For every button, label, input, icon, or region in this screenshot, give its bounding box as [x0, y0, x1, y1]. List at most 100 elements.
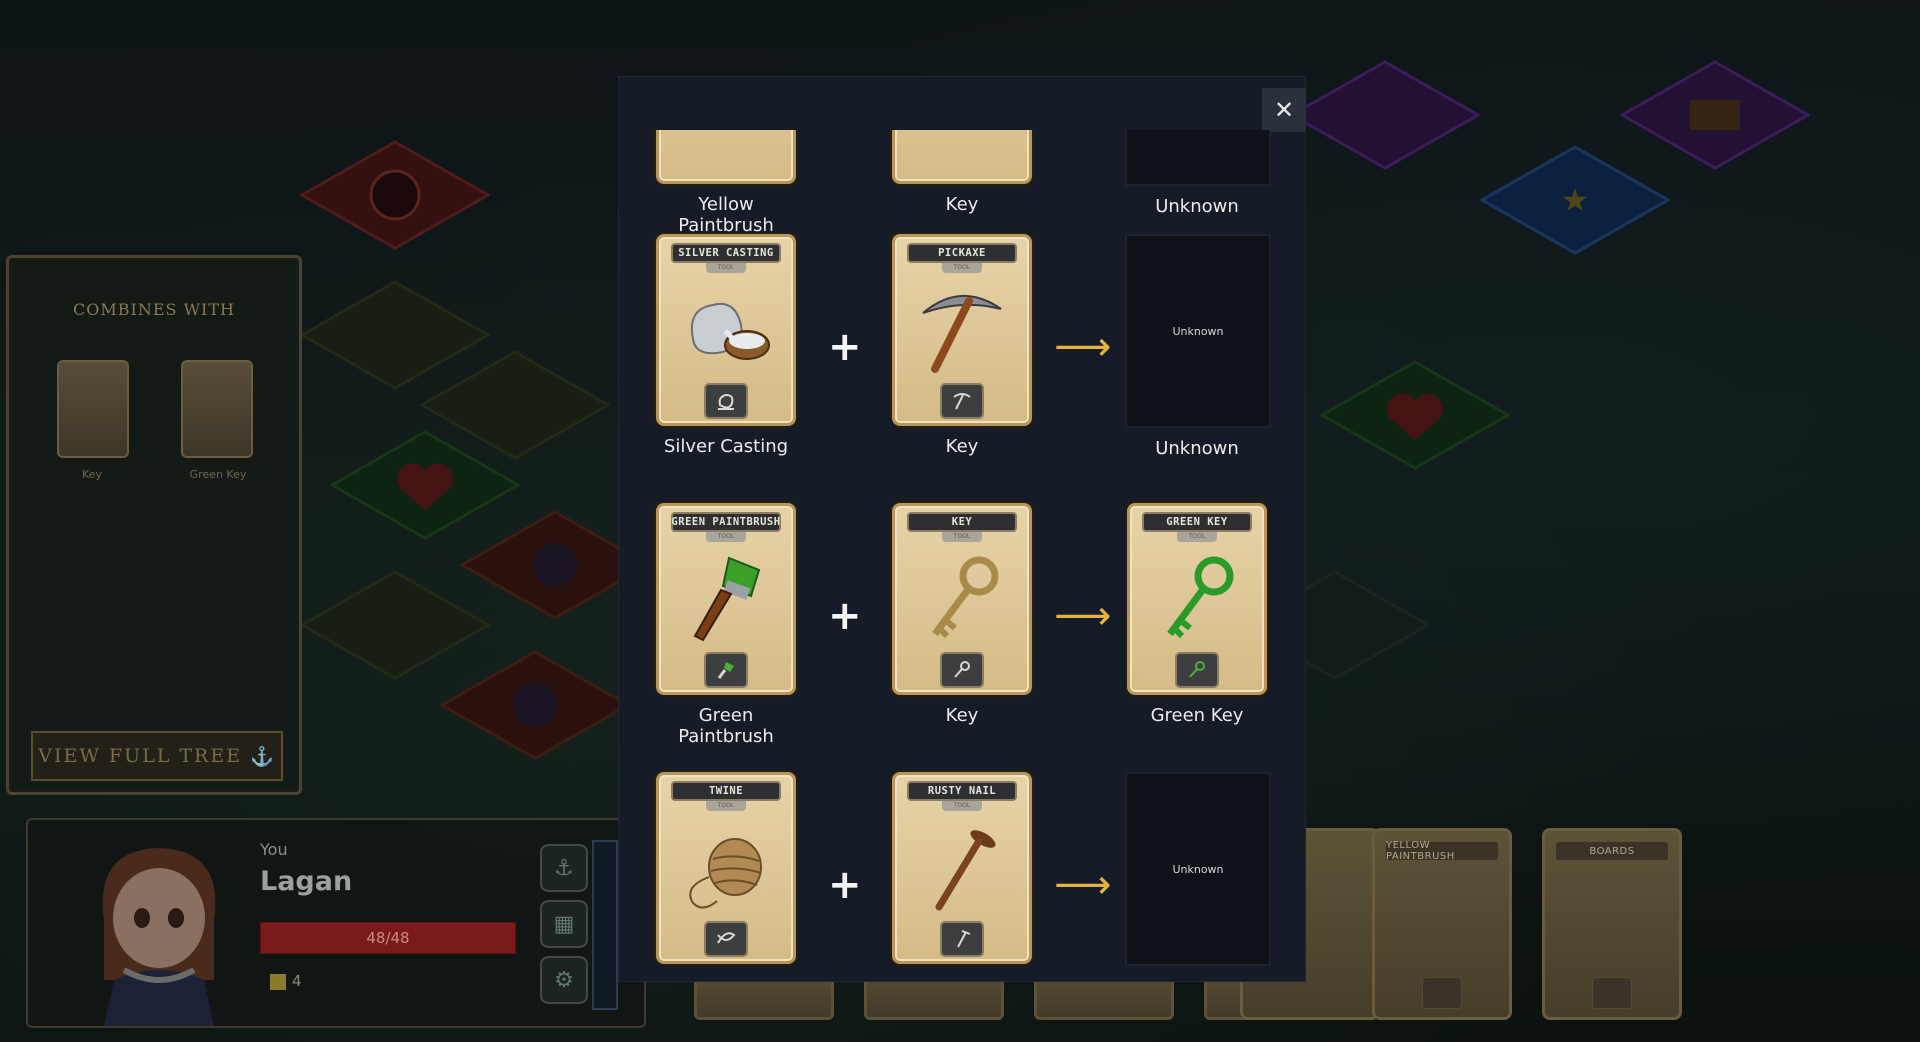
combines-title: COMBINES WITH — [73, 300, 235, 319]
ingredient-label: Key — [945, 436, 979, 457]
gear-icon: ⚙ — [554, 967, 574, 993]
card-title: GREEN KEY — [1142, 512, 1252, 532]
result[interactable]: Unknown — [1125, 772, 1271, 970]
card-type: TOOL — [1177, 532, 1217, 542]
ingredient-a[interactable]: GREEN PAINTBRUSH TOOL Green Paintbrush — [654, 503, 798, 747]
combines-result-card[interactable] — [181, 360, 253, 458]
ingredient-a[interactable]: SILVER CASTING TOOL Silver Casting — [654, 234, 798, 457]
card-title: RUSTY NAIL — [907, 781, 1017, 801]
card-green-paintbrush: GREEN PAINTBRUSH TOOL — [656, 503, 796, 695]
view-full-tree-label: VIEW FULL TREE — [38, 745, 243, 767]
card-silver-casting: SILVER CASTING TOOL — [656, 234, 796, 426]
ingredient-label: Key — [945, 705, 979, 726]
key-icon — [909, 548, 1015, 648]
gold-icon — [270, 974, 286, 990]
result[interactable]: Unknown — [1125, 130, 1271, 217]
combines-source-card[interactable] — [57, 360, 129, 458]
ingredient-label: Green Paintbrush — [678, 705, 774, 747]
card-title: TWINE — [671, 781, 781, 801]
card-title: GREEN PAINTBRUSH — [671, 512, 781, 532]
arrow-icon: ⟶ — [1054, 862, 1112, 908]
anchor-icon: ⚓ — [554, 855, 574, 881]
card-twine: TWINE TOOL — [656, 772, 796, 964]
result-label: Unknown — [1155, 196, 1239, 217]
ingredient-a[interactable]: Yellow Paintbrush — [654, 130, 798, 236]
pickaxe-badge-icon — [940, 383, 984, 419]
ingredient-b[interactable]: Key — [890, 130, 1034, 215]
recipe-row: SILVER CASTING TOOL Silver Casting + PIC… — [618, 234, 1306, 484]
map-button[interactable]: ▦ — [540, 900, 588, 948]
key-badge-icon — [940, 652, 984, 688]
recipe-row: Yellow Paintbrush Key Unknown — [618, 130, 1306, 242]
silver-casting-badge-icon — [704, 383, 748, 419]
anchor-button[interactable]: ⚓ — [540, 844, 588, 892]
ingredient-label: Silver Casting — [663, 436, 789, 457]
hand-card-title: YELLOW PAINTBRUSH — [1385, 840, 1499, 862]
combines-with-panel: COMBINES WITH Key Green Key VIEW FULL TR… — [6, 255, 302, 795]
green-key-icon — [1144, 548, 1250, 648]
nail-badge-icon — [940, 921, 984, 957]
recipe-row: GREEN PAINTBRUSH TOOL Green Paintbrush +… — [618, 503, 1306, 753]
map-icon: ▦ — [553, 911, 575, 937]
result-label: Unknown — [1155, 438, 1239, 459]
plus-symbol: + — [828, 324, 862, 370]
card-rusty-nail: RUSTY NAIL TOOL — [892, 772, 1032, 964]
ingredient-b[interactable]: KEY TOOL Key — [890, 503, 1034, 726]
card-pickaxe: PICKAXE TOOL — [892, 234, 1032, 426]
card-title: KEY — [907, 512, 1017, 532]
ingredient-b[interactable]: PICKAXE TOOL Key — [890, 234, 1034, 457]
side-strip — [592, 840, 618, 1010]
hand-card-yellow-paintbrush[interactable]: YELLOW PAINTBRUSH — [1372, 828, 1512, 1020]
plus-symbol: + — [828, 593, 862, 639]
ingredient-b[interactable]: RUSTY NAIL TOOL — [890, 772, 1034, 970]
unknown-result-card — [1125, 130, 1271, 186]
combines-result-label: Green Key — [189, 468, 247, 481]
recipe-row: TWINE TOOL + RUSTY NAIL TOOL ⟶ Unknown — [618, 772, 1306, 970]
game-board: ★ COMBINES WITH Key Green Key VIEW FULL … — [0, 0, 1920, 1042]
recipe-list[interactable]: Yellow Paintbrush Key Unknown SILVER CAS… — [618, 130, 1306, 970]
unknown-result-card: Unknown — [1125, 772, 1271, 966]
anchor-icon: ⚓ — [250, 745, 276, 768]
card-title: PICKAXE — [907, 243, 1017, 263]
hand-card-title: BOARDS — [1555, 841, 1669, 861]
card — [656, 130, 796, 184]
arrow-icon: ⟶ — [1054, 324, 1112, 370]
green-key-badge-icon — [1175, 652, 1219, 688]
arrow-icon: ⟶ — [1054, 593, 1112, 639]
rusty-nail-icon — [909, 817, 1015, 917]
result[interactable]: Unknown Unknown — [1125, 234, 1271, 459]
paintbrush-icon — [1422, 977, 1462, 1009]
paintbrush-badge-icon — [704, 652, 748, 688]
card-type: TOOL — [942, 801, 982, 811]
hand-card-boards[interactable]: BOARDS — [1542, 828, 1682, 1020]
ingredient-label: Key — [945, 194, 979, 215]
result-label: Green Key — [1150, 705, 1244, 726]
card — [892, 130, 1032, 184]
card-type: TOOL — [706, 801, 746, 811]
health-bar: 48/48 — [260, 922, 516, 954]
plus-symbol: + — [828, 862, 862, 908]
player-you-label: You — [260, 840, 288, 859]
view-full-tree-button[interactable]: VIEW FULL TREE ⚓ — [31, 731, 283, 781]
unknown-result-card: Unknown — [1125, 234, 1271, 428]
player-name: Lagan — [260, 866, 353, 897]
card-type: TOOL — [942, 263, 982, 273]
pickaxe-icon — [909, 279, 1015, 379]
health-text: 48/48 — [366, 929, 410, 947]
twine-badge-icon — [704, 921, 748, 957]
combines-source-label: Key — [82, 468, 102, 481]
ingredient-label: Yellow Paintbrush — [678, 194, 774, 236]
card-key: KEY TOOL — [892, 503, 1032, 695]
boards-icon — [1592, 977, 1632, 1009]
card-title: SILVER CASTING — [671, 243, 781, 263]
player-avatar — [64, 830, 254, 1026]
result[interactable]: GREEN KEY TOOL Green Key — [1125, 503, 1269, 726]
card-green-key: GREEN KEY TOOL — [1127, 503, 1267, 695]
close-icon: ✕ — [1273, 96, 1295, 124]
ingredient-a[interactable]: TWINE TOOL — [654, 772, 798, 970]
card-type: TOOL — [706, 532, 746, 542]
close-button[interactable]: ✕ — [1262, 88, 1306, 132]
settings-button[interactable]: ⚙ — [540, 956, 588, 1004]
green-paintbrush-icon — [673, 548, 779, 648]
gold-count: 4 — [292, 972, 302, 990]
